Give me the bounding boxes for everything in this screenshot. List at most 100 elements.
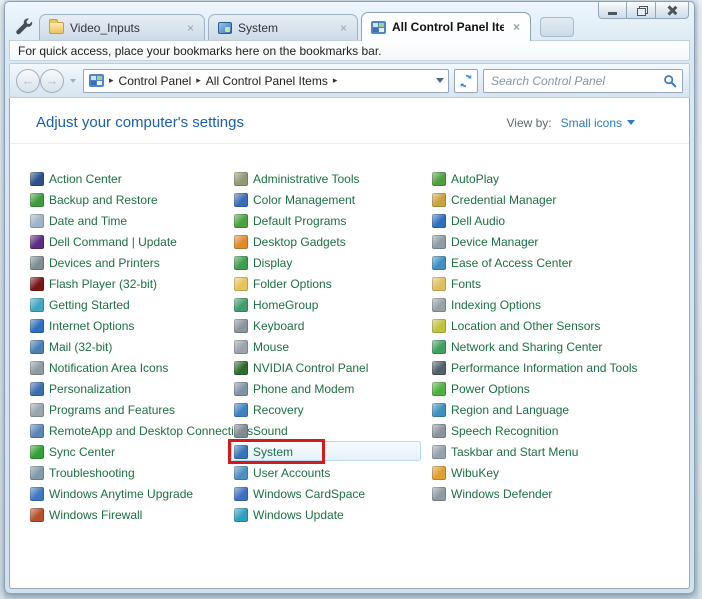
internet-options-icon — [30, 319, 44, 333]
control-panel-item-folder-options[interactable]: Folder Options — [234, 273, 432, 294]
control-panel-item-windows-defender[interactable]: Windows Defender — [432, 483, 689, 504]
control-panel-item-credential-manager[interactable]: Credential Manager — [432, 189, 689, 210]
chevron-down-icon — [627, 120, 635, 125]
control-panel-item-getting-started[interactable]: Getting Started — [30, 294, 234, 315]
date-and-time-icon — [30, 214, 44, 228]
tab-close-icon[interactable]: × — [337, 21, 350, 35]
control-panel-item-dell-audio[interactable]: Dell Audio — [432, 210, 689, 231]
item-label: RemoteApp and Desktop Connections — [49, 424, 253, 438]
control-panel-item-phone-and-modem[interactable]: Phone and Modem — [234, 378, 432, 399]
item-label: Sound — [253, 424, 288, 438]
control-panel-item-mail-32-bit[interactable]: Mail (32-bit) — [30, 336, 234, 357]
control-panel-item-taskbar-and-start-menu[interactable]: Taskbar and Start Menu — [432, 441, 689, 462]
control-panel-item-dell-command-update[interactable]: Dell Command | Update — [30, 231, 234, 252]
view-by-dropdown[interactable]: Small icons — [561, 116, 635, 130]
control-panel-item-sync-center[interactable]: Sync Center — [30, 441, 234, 462]
item-label: Sync Center — [49, 445, 115, 459]
control-panel-item-user-accounts[interactable]: User Accounts — [234, 462, 432, 483]
control-panel-item-system[interactable]: System — [234, 441, 432, 462]
address-dropdown-icon[interactable] — [436, 78, 444, 83]
tab-video-inputs[interactable]: Video_Inputs × — [39, 14, 205, 40]
control-panel-item-date-and-time[interactable]: Date and Time — [30, 210, 234, 231]
refresh-icon — [459, 74, 473, 88]
tab-all-control-panel-items[interactable]: All Control Panel Items × — [361, 12, 531, 41]
control-panel-item-programs-and-features[interactable]: Programs and Features — [30, 399, 234, 420]
control-panel-item-windows-cardspace[interactable]: Windows CardSpace — [234, 483, 432, 504]
control-panel-item-sound[interactable]: Sound — [234, 420, 432, 441]
control-panel-item-network-and-sharing-center[interactable]: Network and Sharing Center — [432, 336, 689, 357]
item-label: Region and Language — [451, 403, 569, 417]
restore-icon — [637, 6, 646, 14]
search-box[interactable] — [483, 69, 683, 93]
display-icon — [234, 256, 248, 270]
item-label: Action Center — [49, 172, 122, 186]
control-panel-item-wibukey[interactable]: WibuKey — [432, 462, 689, 483]
control-panel-item-speech-recognition[interactable]: Speech Recognition — [432, 420, 689, 441]
address-bar[interactable]: ▸ Control Panel ▸ All Control Panel Item… — [83, 69, 449, 93]
control-panel-item-performance-information-and-tools[interactable]: Performance Information and Tools — [432, 357, 689, 378]
control-panel-item-ease-of-access-center[interactable]: Ease of Access Center — [432, 252, 689, 273]
control-panel-item-display[interactable]: Display — [234, 252, 432, 273]
search-input[interactable] — [491, 74, 663, 88]
control-panel-item-mouse[interactable]: Mouse — [234, 336, 432, 357]
restore-button[interactable] — [627, 2, 656, 19]
remoteapp-and-desktop-connections-icon — [30, 424, 44, 438]
control-panel-item-windows-update[interactable]: Windows Update — [234, 504, 432, 525]
control-panel-item-backup-and-restore[interactable]: Backup and Restore — [30, 189, 234, 210]
personalization-icon — [30, 382, 44, 396]
breadcrumb-control-panel[interactable]: Control Panel — [119, 74, 192, 88]
tab-close-icon[interactable]: × — [510, 20, 523, 34]
item-label: Programs and Features — [49, 403, 175, 417]
control-panel-item-indexing-options[interactable]: Indexing Options — [432, 294, 689, 315]
control-panel-item-homegroup[interactable]: HomeGroup — [234, 294, 432, 315]
control-panel-item-devices-and-printers[interactable]: Devices and Printers — [30, 252, 234, 273]
control-panel-item-troubleshooting[interactable]: Troubleshooting — [30, 462, 234, 483]
control-panel-item-administrative-tools[interactable]: Administrative Tools — [234, 168, 432, 189]
search-icon[interactable] — [663, 74, 677, 88]
page-title: Adjust your computer's settings — [36, 114, 244, 131]
tab-system[interactable]: System × — [208, 14, 358, 40]
control-panel-item-personalization[interactable]: Personalization — [30, 378, 234, 399]
control-panel-item-recovery[interactable]: Recovery — [234, 399, 432, 420]
breadcrumb-all-control-panel-items[interactable]: All Control Panel Items — [206, 74, 328, 88]
history-dropdown-icon[interactable] — [70, 79, 76, 83]
annotation-red-box — [228, 439, 325, 464]
bookmarks-bar: For quick access, place your bookmarks h… — [9, 40, 690, 61]
item-label: Power Options — [451, 382, 530, 396]
speech-recognition-icon — [432, 424, 446, 438]
item-label: WibuKey — [451, 466, 499, 480]
taskbar-and-start-menu-icon — [432, 445, 446, 459]
control-panel-item-region-and-language[interactable]: Region and Language — [432, 399, 689, 420]
minimize-button[interactable] — [598, 2, 627, 19]
back-button[interactable]: ← — [16, 69, 40, 93]
control-panel-item-power-options[interactable]: Power Options — [432, 378, 689, 399]
close-button[interactable] — [656, 2, 689, 19]
control-panel-item-fonts[interactable]: Fonts — [432, 273, 689, 294]
control-panel-item-device-manager[interactable]: Device Manager — [432, 231, 689, 252]
control-panel-item-flash-player-32-bit[interactable]: Flash Player (32-bit) — [30, 273, 234, 294]
control-panel-item-default-programs[interactable]: Default Programs — [234, 210, 432, 231]
refresh-button[interactable] — [454, 69, 478, 93]
tab-close-icon[interactable]: × — [184, 21, 197, 35]
item-label: NVIDIA Control Panel — [253, 361, 368, 375]
control-panel-item-windows-anytime-upgrade[interactable]: Windows Anytime Upgrade — [30, 483, 234, 504]
control-panel-item-autoplay[interactable]: AutoPlay — [432, 168, 689, 189]
item-label: Network and Sharing Center — [451, 340, 602, 354]
item-label: Speech Recognition — [451, 424, 558, 438]
performance-information-and-tools-icon — [432, 361, 446, 375]
control-panel-item-internet-options[interactable]: Internet Options — [30, 315, 234, 336]
control-panel-item-notification-area-icons[interactable]: Notification Area Icons — [30, 357, 234, 378]
control-panel-item-location-and-other-sensors[interactable]: Location and Other Sensors — [432, 315, 689, 336]
control-panel-item-action-center[interactable]: Action Center — [30, 168, 234, 189]
forward-button[interactable]: → — [40, 69, 64, 93]
control-panel-item-keyboard[interactable]: Keyboard — [234, 315, 432, 336]
new-tab-button[interactable] — [540, 17, 574, 37]
control-panel-item-remoteapp-and-desktop-connections[interactable]: RemoteApp and Desktop Connections — [30, 420, 234, 441]
control-panel-item-color-management[interactable]: Color Management — [234, 189, 432, 210]
items-column-2: Administrative ToolsColor ManagementDefa… — [234, 168, 432, 525]
control-panel-item-desktop-gadgets[interactable]: Desktop Gadgets — [234, 231, 432, 252]
nvidia-control-panel-icon — [234, 361, 248, 375]
control-panel-item-windows-firewall[interactable]: Windows Firewall — [30, 504, 234, 525]
wrench-settings-icon[interactable] — [15, 17, 33, 35]
control-panel-item-nvidia-control-panel[interactable]: NVIDIA Control Panel — [234, 357, 432, 378]
